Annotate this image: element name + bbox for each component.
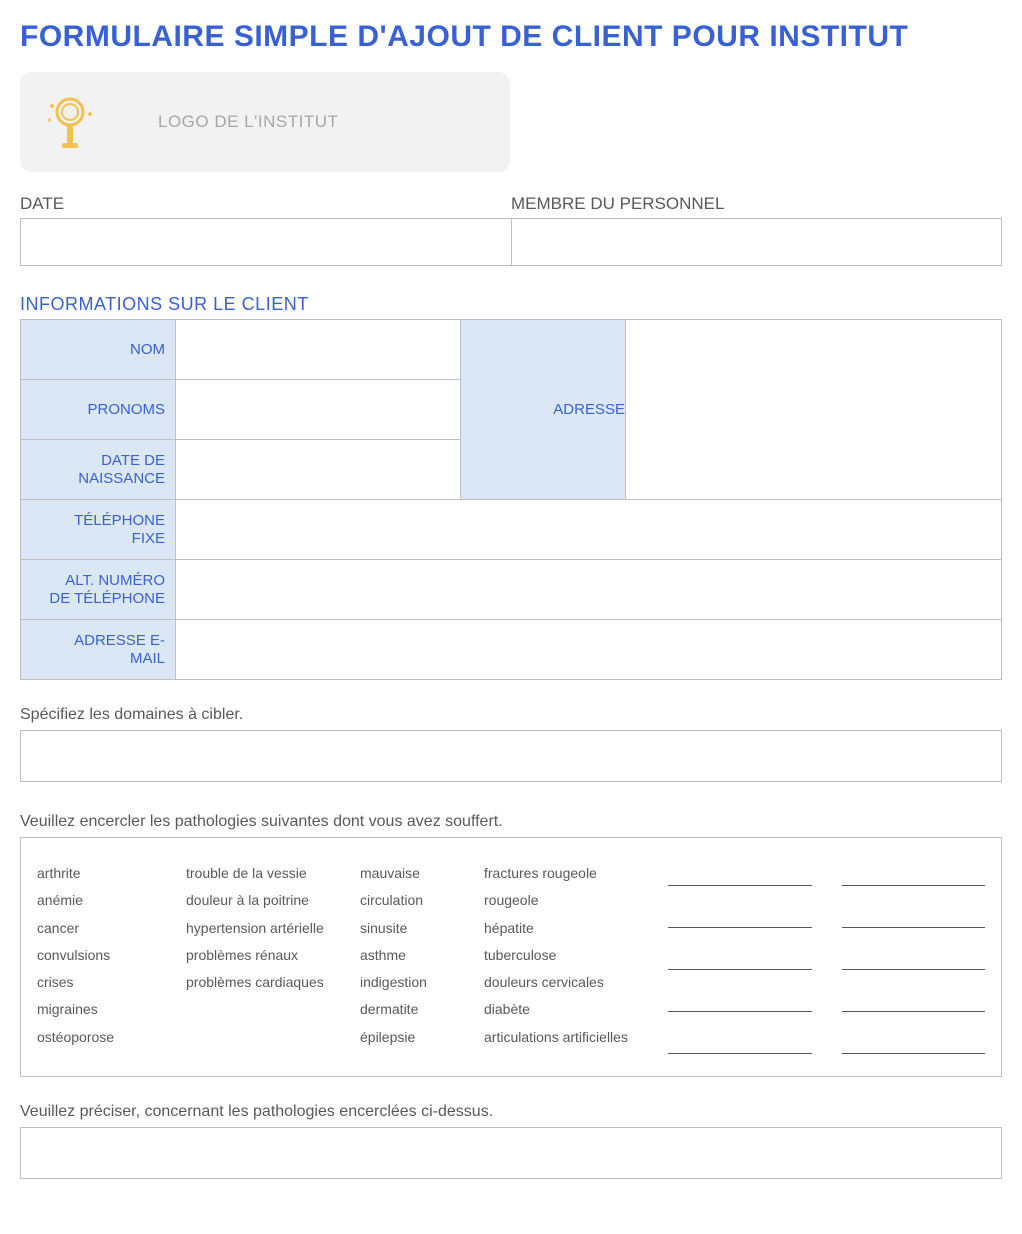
blank-line[interactable] xyxy=(668,868,812,886)
blank-line[interactable] xyxy=(842,952,986,970)
domains-input[interactable] xyxy=(20,730,1002,782)
blank-line[interactable] xyxy=(842,994,986,1012)
pathologies-col-3: mauvaise circulationsinusiteasthmeindige… xyxy=(360,860,470,1054)
blank-line[interactable] xyxy=(842,910,986,928)
pathology-item[interactable]: épilepsie xyxy=(360,1024,470,1051)
blank-line[interactable] xyxy=(842,1036,986,1054)
date-label: DATE xyxy=(20,194,511,214)
pathology-item[interactable]: convulsions xyxy=(37,942,172,969)
pathology-item[interactable]: hépatite xyxy=(484,915,654,942)
pathology-item[interactable]: problèmes cardiaques xyxy=(186,969,346,996)
blank-line[interactable] xyxy=(668,952,812,970)
pathology-item[interactable]: douleurs cervicales xyxy=(484,969,654,996)
naissance-label: DATE DENAISSANCE xyxy=(21,440,176,500)
nom-input[interactable] xyxy=(176,320,460,379)
pronoms-input[interactable] xyxy=(176,380,460,439)
email-label: ADRESSE E-MAIL xyxy=(21,620,176,680)
pathology-item[interactable]: tuberculose xyxy=(484,942,654,969)
pathologies-col-1: arthriteanémiecancerconvulsionscrisesmig… xyxy=(37,860,172,1054)
adresse-label: ADRESSE xyxy=(461,320,626,500)
pathology-item[interactable]: anémie xyxy=(37,887,172,914)
blank-line[interactable] xyxy=(668,910,812,928)
header-fields-row: DATE MEMBRE DU PERSONNEL xyxy=(20,194,1002,266)
pathology-item[interactable]: articulations artificielles xyxy=(484,1024,654,1051)
email-input[interactable] xyxy=(176,620,1001,679)
pathologies-col-4: fractures rougeolerougeolehépatite tuber… xyxy=(484,860,654,1054)
pathology-item[interactable]: asthme xyxy=(360,942,470,969)
pathology-item[interactable]: mauvaise circulation xyxy=(360,860,470,915)
pathology-item[interactable]: migraines xyxy=(37,996,172,1023)
precisions-input[interactable] xyxy=(20,1127,1002,1179)
client-section-title: INFORMATIONS SUR LE CLIENT xyxy=(20,294,1002,315)
blank-line[interactable] xyxy=(842,868,986,886)
tel-fixe-input[interactable] xyxy=(176,500,1001,559)
pathology-item[interactable]: diabète xyxy=(484,996,654,1023)
naissance-input[interactable] xyxy=(176,440,460,499)
pathologies-blank-lines xyxy=(668,860,985,1054)
tel-alt-label: ALT. NUMÉRODE TÉLÉPHONE xyxy=(21,560,176,620)
tel-fixe-label: TÉLÉPHONEFIXE xyxy=(21,500,176,560)
pathologies-box: arthriteanémiecancerconvulsionscrisesmig… xyxy=(20,837,1002,1077)
domains-prompt: Spécifiez les domaines à cibler. xyxy=(20,706,1002,724)
precisions-prompt: Veuillez préciser, concernant les pathol… xyxy=(20,1103,1002,1121)
pathologies-col-2: trouble de la vessiedouleur à la poitrin… xyxy=(186,860,346,1054)
pronoms-label: PRONOMS xyxy=(21,380,176,440)
tel-alt-input[interactable] xyxy=(176,560,1001,619)
pathology-item[interactable]: arthrite xyxy=(37,860,172,887)
staff-label: MEMBRE DU PERSONNEL xyxy=(511,194,1002,214)
pathology-item[interactable]: indigestion xyxy=(360,969,470,996)
pathology-item[interactable]: trouble de la vessie xyxy=(186,860,346,887)
pathology-item[interactable]: rougeole xyxy=(484,887,654,914)
nom-label: NOM xyxy=(21,320,176,380)
blank-line[interactable] xyxy=(668,1036,812,1054)
mirror-icon xyxy=(42,92,98,152)
client-info-table: NOM ADRESSE PRONOMS DATE DENAISSANCE TÉL… xyxy=(20,319,1002,680)
pathology-item[interactable]: dermatite xyxy=(360,996,470,1023)
blank-line[interactable] xyxy=(668,994,812,1012)
pathology-item[interactable]: fractures rougeole xyxy=(484,860,654,887)
logo-placeholder-box: LOGO DE L'INSTITUT xyxy=(20,72,510,172)
date-input[interactable] xyxy=(20,218,511,266)
logo-placeholder-label: LOGO DE L'INSTITUT xyxy=(158,112,338,132)
adresse-input[interactable] xyxy=(626,318,1001,497)
page-title: FORMULAIRE SIMPLE D'AJOUT DE CLIENT POUR… xyxy=(20,20,1002,54)
pathologies-prompt: Veuillez encercler les pathologies suiva… xyxy=(20,813,1002,831)
pathology-item[interactable]: sinusite xyxy=(360,915,470,942)
pathology-item[interactable]: douleur à la poitrine xyxy=(186,887,346,914)
pathology-item[interactable]: crises xyxy=(37,969,172,996)
pathology-item[interactable]: cancer xyxy=(37,915,172,942)
pathology-item[interactable]: ostéoporose xyxy=(37,1024,172,1051)
pathology-item[interactable]: hypertension artérielle xyxy=(186,915,346,942)
staff-input[interactable] xyxy=(511,218,1002,266)
pathology-item[interactable]: problèmes rénaux xyxy=(186,942,346,969)
